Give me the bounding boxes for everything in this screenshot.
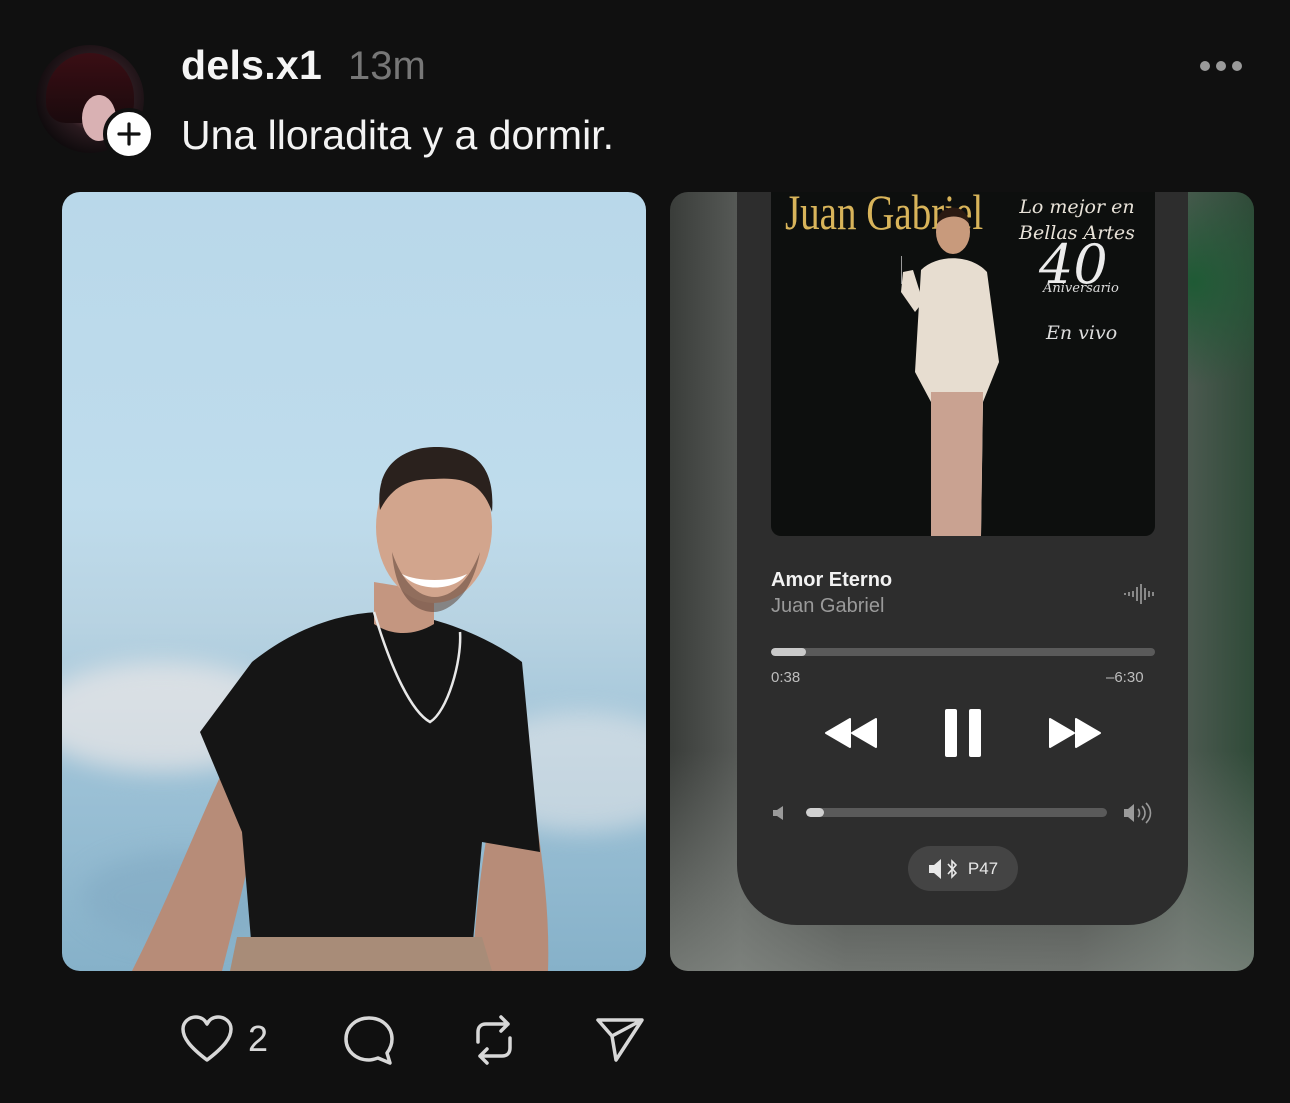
username[interactable]: dels.x1	[181, 42, 322, 89]
volume-low-icon	[773, 806, 783, 820]
song-title: Amor Eterno	[771, 569, 893, 591]
bluetooth-speaker-icon	[928, 858, 957, 879]
post-caption: Una lloradita y a dormir.	[181, 112, 614, 158]
reply-button[interactable]	[342, 1014, 396, 1068]
singer-figure	[901, 207, 999, 536]
follow-button[interactable]	[103, 108, 155, 160]
rewind-icon	[825, 718, 877, 748]
volume-high-icon	[1124, 802, 1152, 824]
album-subtitle: Aniversario	[1043, 281, 1119, 296]
like-count: 2	[248, 1018, 269, 1059]
pause-icon	[945, 709, 981, 757]
playback-progress-fill	[771, 648, 806, 656]
music-player-card[interactable]: Juan Gabriel Lo mejor en Bellas Artes 40…	[670, 192, 1254, 971]
like-button[interactable]: 2	[180, 1014, 268, 1064]
rewind-button[interactable]	[824, 717, 878, 749]
pause-button[interactable]	[944, 708, 982, 758]
output-device-label: P47	[967, 858, 999, 878]
more-options-button[interactable]	[1196, 52, 1246, 80]
person-image	[132, 447, 549, 971]
ellipsis-icon	[1200, 61, 1210, 71]
volume-slider[interactable]	[806, 808, 1107, 817]
remaining-time: –6:30	[1106, 669, 1144, 686]
post-time: 13m	[348, 44, 426, 88]
volume-fill	[806, 808, 825, 817]
song-artist: Juan Gabriel	[771, 595, 885, 617]
playback-progress-bar[interactable]	[771, 648, 1155, 656]
send-icon	[596, 1018, 644, 1062]
share-button[interactable]	[594, 1014, 646, 1066]
repost-icon	[476, 1015, 512, 1065]
comment-icon	[344, 1016, 394, 1065]
album-cover: Juan Gabriel Lo mejor en Bellas Artes 40…	[771, 192, 1155, 536]
output-device-button[interactable]: P47	[908, 846, 1018, 891]
elapsed-time: 0:38	[771, 669, 801, 686]
heart-icon	[181, 1015, 233, 1062]
repost-button[interactable]	[468, 1014, 520, 1066]
post-photo[interactable]	[62, 192, 646, 971]
plus-icon	[117, 122, 141, 146]
album-edition: En vivo	[1046, 322, 1118, 344]
fast-forward-icon	[1049, 718, 1101, 748]
fast-forward-button[interactable]	[1048, 717, 1102, 749]
waveform-icon	[1124, 584, 1154, 604]
